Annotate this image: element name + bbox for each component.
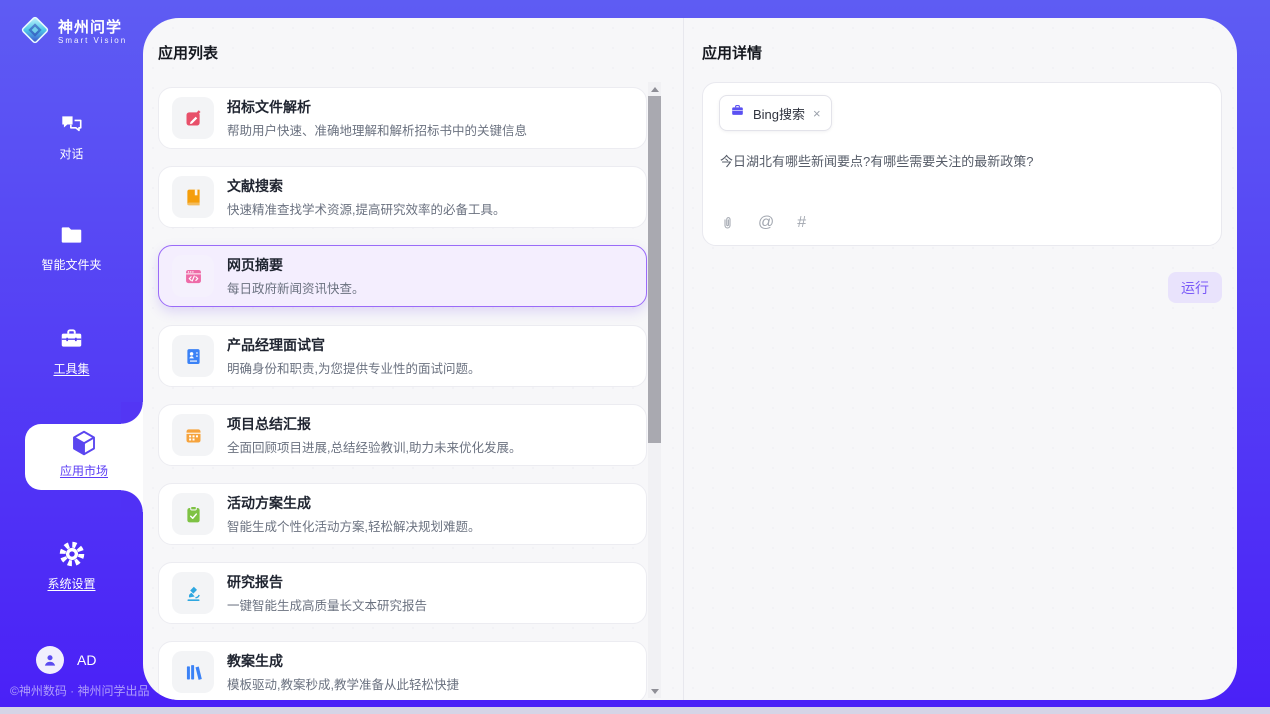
app-card-7[interactable]: 研究报告一键智能生成高质量长文本研究报告 [158, 562, 647, 624]
app-card-4[interactable]: 产品经理面试官明确身份和职责,为您提供专业性的面试问题。 [158, 325, 647, 387]
book-icon [172, 176, 214, 218]
scroll-down-arrow-icon[interactable] [648, 684, 661, 698]
copyright-footer: ©神州数码 · 神州问学出品 [10, 682, 150, 699]
sidebar-item-label: 智能文件夹 [0, 256, 143, 273]
main-content: 应用列表 招标文件解析帮助用户快速、准确地理解和解析招标书中的关键信息文献搜索快… [143, 18, 1237, 700]
scrollbar-thumb[interactable] [648, 96, 661, 443]
chat-icon [0, 110, 143, 138]
toolbox-icon [0, 325, 143, 353]
sidebar-item-4[interactable]: 应用市场 [25, 424, 143, 490]
app-detail-card: Bing搜索 × 今日湖北有哪些新闻要点?有哪些需要关注的最新政策? @ # [702, 82, 1222, 246]
prompt-input[interactable]: 今日湖北有哪些新闻要点?有哪些需要关注的最新政策? [720, 151, 1205, 170]
app-card-2[interactable]: 文献搜索快速精准查找学术资源,提高研究效率的必备工具。 [158, 166, 647, 228]
tool-tag-bing-search[interactable]: Bing搜索 × [719, 95, 832, 131]
briefcase-icon [730, 103, 745, 123]
app-card-description: 每日政府新闻资讯快查。 [227, 278, 365, 297]
app-card-description: 智能生成个性化活动方案,轻松解决规划难题。 [227, 516, 480, 535]
app-card-title: 教案生成 [227, 651, 459, 671]
cube-icon [25, 424, 143, 458]
avatar[interactable] [36, 646, 64, 674]
calendar-icon [172, 414, 214, 456]
app-card-description: 快速精准查找学术资源,提高研究效率的必备工具。 [227, 199, 505, 218]
brand-logo: 神州问学 Smart Vision [18, 13, 127, 52]
sidebar-item-label: 工具集 [0, 360, 143, 377]
app-card-title: 网页摘要 [227, 255, 365, 275]
app-card-description: 全面回顾项目进展,总结经验教训,助力未来优化发展。 [227, 437, 521, 456]
doc-edit-icon [172, 97, 214, 139]
gear-icon [0, 540, 143, 568]
tool-tag-label: Bing搜索 [753, 104, 805, 123]
app-detail-title: 应用详情 [702, 42, 762, 63]
app-card-6[interactable]: 活动方案生成智能生成个性化活动方案,轻松解决规划难题。 [158, 483, 647, 545]
sidebar-item-3[interactable]: 工具集 [0, 325, 143, 377]
hash-icon[interactable]: # [797, 215, 806, 231]
run-button[interactable]: 运行 [1168, 272, 1222, 303]
app-card-title: 产品经理面试官 [227, 335, 480, 355]
brand-diamond-icon [18, 13, 52, 52]
attachment-toolbar: @ # [720, 215, 806, 231]
clipboard-check-icon [172, 493, 214, 535]
user-row[interactable]: AD [36, 646, 96, 674]
panel-divider [683, 18, 684, 700]
sidebar-item-label: 对话 [0, 145, 143, 162]
app-card-5[interactable]: 项目总结汇报全面回顾项目进展,总结经验教训,助力未来优化发展。 [158, 404, 647, 466]
active-tab-notch-bottom [121, 490, 143, 512]
at-icon[interactable]: @ [758, 215, 774, 231]
scroll-up-arrow-icon[interactable] [648, 82, 661, 96]
close-icon[interactable]: × [813, 107, 821, 120]
app-card-description: 模板驱动,教案秒成,教学准备从此轻松快捷 [227, 674, 459, 693]
sidebar-item-2[interactable]: 智能文件夹 [0, 221, 143, 273]
sidebar-item-label: 应用市场 [25, 462, 143, 479]
active-tab-notch-top [121, 402, 143, 424]
sidebar-item-5[interactable]: 系统设置 [0, 540, 143, 592]
app-card-title: 文献搜索 [227, 176, 505, 196]
app-list-title: 应用列表 [158, 42, 218, 63]
app-list-scrollbar[interactable] [648, 82, 661, 698]
brand-subtitle: Smart Vision [58, 36, 127, 45]
app-card-title: 活动方案生成 [227, 493, 480, 513]
books-icon [172, 651, 214, 693]
app-card-description: 明确身份和职责,为您提供专业性的面试问题。 [227, 358, 480, 377]
app-card-1[interactable]: 招标文件解析帮助用户快速、准确地理解和解析招标书中的关键信息 [158, 87, 647, 149]
sidebar-item-1[interactable]: 对话 [0, 110, 143, 162]
app-card-description: 一键智能生成高质量长文本研究报告 [227, 595, 427, 614]
app-card-8[interactable]: 教案生成模板驱动,教案秒成,教学准备从此轻松快捷 [158, 641, 647, 700]
folder-icon [0, 221, 143, 249]
brand-name: 神州问学 [58, 20, 127, 36]
app-card-3[interactable]: 网页摘要每日政府新闻资讯快查。 [158, 245, 647, 307]
app-card-title: 研究报告 [227, 572, 427, 592]
app-card-description: 帮助用户快速、准确地理解和解析招标书中的关键信息 [227, 120, 527, 139]
user-initials: AD [77, 652, 96, 668]
microscope-icon [172, 572, 214, 614]
sidebar: 神州问学 Smart Vision 对话智能文件夹工具集应用市场系统设置 AD … [0, 0, 143, 707]
app-card-title: 招标文件解析 [227, 97, 527, 117]
app-card-title: 项目总结汇报 [227, 414, 521, 434]
paperclip-icon[interactable] [720, 215, 735, 231]
interview-icon [172, 335, 214, 377]
web-code-icon [172, 255, 214, 297]
window-bottom-edge [0, 707, 1270, 714]
sidebar-item-label: 系统设置 [0, 575, 143, 592]
